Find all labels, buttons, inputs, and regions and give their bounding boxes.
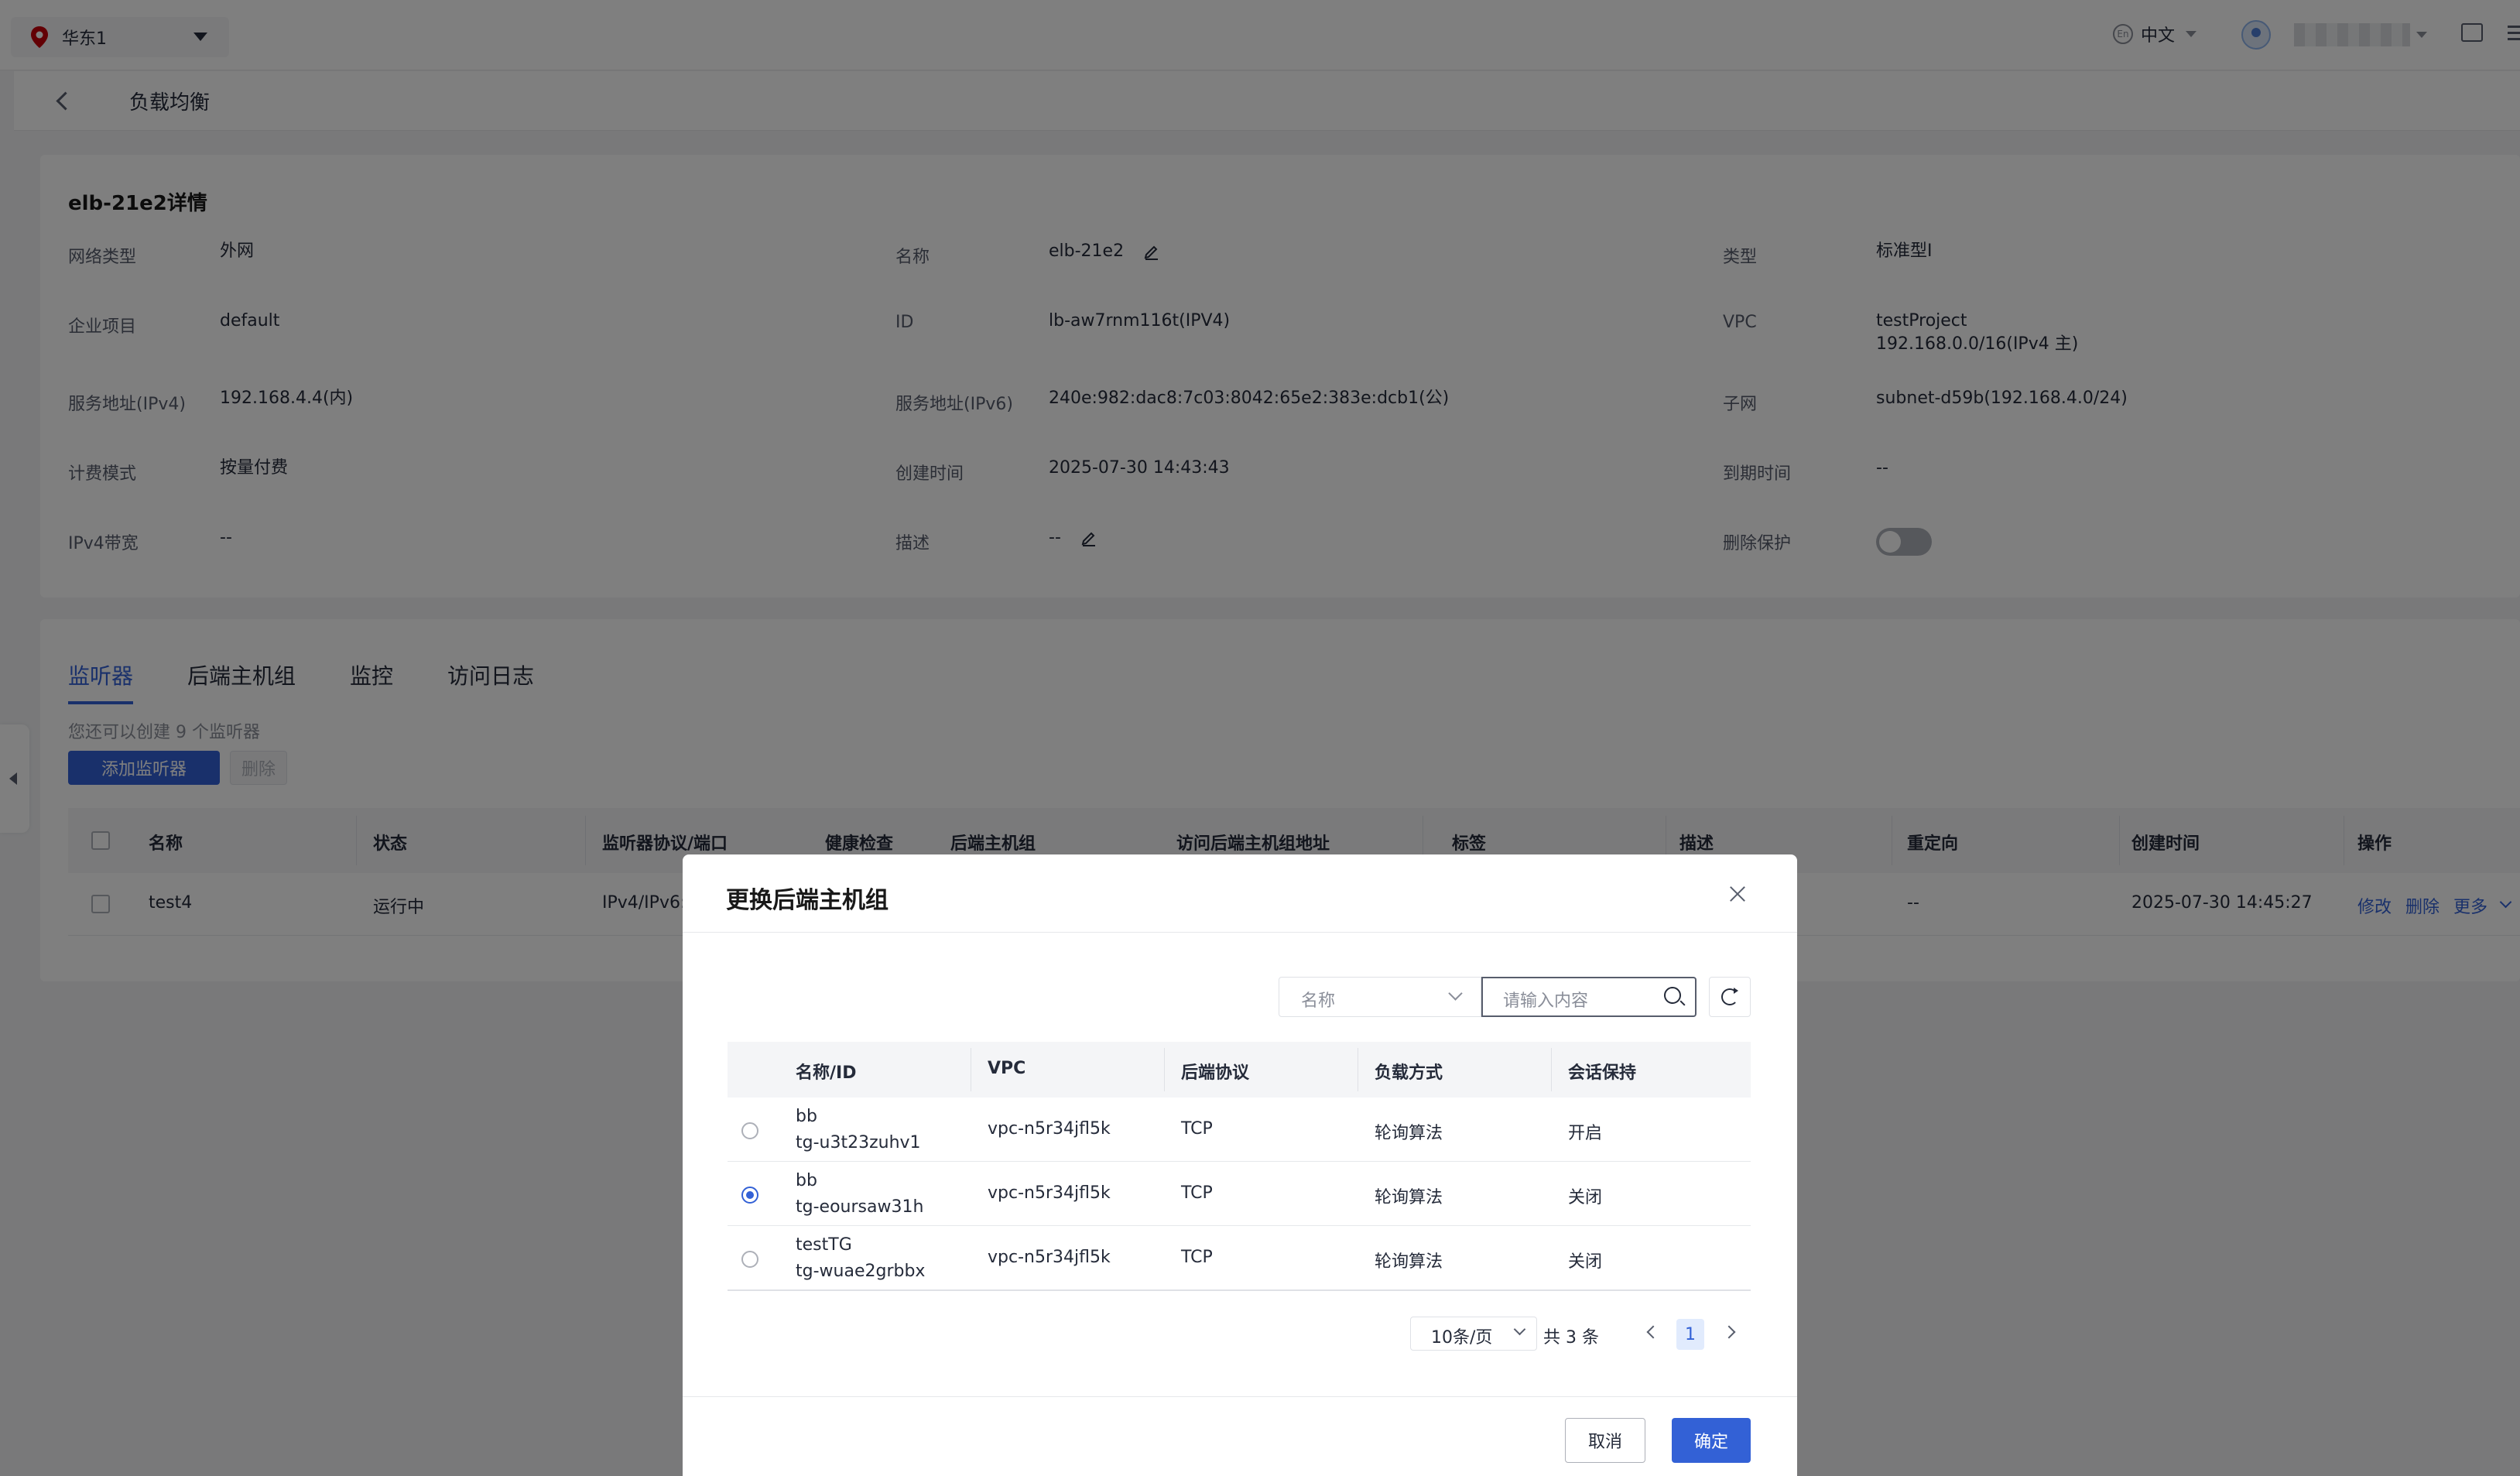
column-divider: [1164, 1048, 1165, 1091]
dialog-title: 更换后端主机组: [726, 887, 889, 914]
lb-method-text: 轮询算法: [1375, 1188, 1443, 1207]
page-size-select[interactable]: 10条/页: [1410, 1317, 1537, 1351]
protocol-text: TCP: [1181, 1248, 1213, 1267]
vpc-text: vpc-n5r34jfl5k: [988, 1183, 1111, 1203]
session-text: 开启: [1568, 1124, 1603, 1143]
backend-group-table-header: 名称/ID VPC 后端协议 负载方式 会话保持: [728, 1042, 1751, 1098]
confirm-button[interactable]: 确定: [1672, 1418, 1751, 1463]
group-name: bb: [796, 1107, 817, 1126]
vpc-text: vpc-n5r34jfl5k: [988, 1119, 1111, 1139]
page-size-label: 10条/页: [1431, 1328, 1493, 1348]
total-count: 共 3 条: [1543, 1328, 1599, 1348]
chevron-down-icon: [1448, 986, 1463, 1001]
next-page-icon[interactable]: [1722, 1325, 1736, 1339]
divider: [683, 1396, 1797, 1397]
divider: [683, 932, 1797, 933]
prev-page-icon[interactable]: [1646, 1325, 1660, 1339]
column-header: 名称/ID: [796, 1063, 857, 1083]
column-header: 会话保持: [1568, 1063, 1637, 1083]
filter-field-label: 名称: [1301, 991, 1336, 1011]
row-radio[interactable]: [741, 1251, 758, 1268]
group-id: tg-u3t23zuhv1: [796, 1133, 921, 1152]
cancel-button[interactable]: 取消: [1565, 1418, 1645, 1463]
page-number[interactable]: 1: [1676, 1319, 1704, 1350]
table-row[interactable]: testTG tg-wuae2grbbx vpc-n5r34jfl5k TCP …: [728, 1226, 1751, 1291]
search-icon[interactable]: [1664, 987, 1681, 1004]
group-name: bb: [796, 1171, 817, 1190]
lb-method-text: 轮询算法: [1375, 1124, 1443, 1143]
group-name-id: bb tg-u3t23zuhv1: [796, 1104, 921, 1156]
refresh-button[interactable]: [1709, 977, 1751, 1017]
refresh-arrow: [1734, 988, 1738, 994]
search-placeholder: 请输入内容: [1503, 991, 1589, 1011]
row-radio-selected[interactable]: [741, 1187, 758, 1204]
protocol-text: TCP: [1181, 1119, 1213, 1139]
change-backend-group-dialog: 更换后端主机组 名称 请输入内容 名称/ID VPC 后端协议 负载方式 会话保…: [683, 854, 1797, 1476]
group-name: testTG: [796, 1235, 852, 1255]
column-divider: [1551, 1048, 1552, 1091]
column-header: 后端协议: [1181, 1063, 1250, 1083]
filter-field-select[interactable]: 名称: [1279, 977, 1481, 1017]
table-row[interactable]: bb tg-u3t23zuhv1 vpc-n5r34jfl5k TCP 轮询算法…: [728, 1098, 1751, 1162]
column-header: 负载方式: [1375, 1063, 1443, 1083]
chevron-down-icon: [1513, 1323, 1526, 1336]
vpc-text: vpc-n5r34jfl5k: [988, 1248, 1111, 1267]
session-text: 关闭: [1568, 1252, 1603, 1272]
row-radio[interactable]: [741, 1122, 758, 1139]
table-row[interactable]: bb tg-eoursaw31h vpc-n5r34jfl5k TCP 轮询算法…: [728, 1162, 1751, 1226]
lb-method-text: 轮询算法: [1375, 1252, 1443, 1272]
close-icon[interactable]: [1727, 884, 1748, 904]
session-text: 关闭: [1568, 1188, 1603, 1207]
group-name-id: testTG tg-wuae2grbbx: [796, 1232, 925, 1285]
group-id: tg-wuae2grbbx: [796, 1262, 926, 1281]
search-input[interactable]: 请输入内容: [1481, 977, 1697, 1017]
group-id: tg-eoursaw31h: [796, 1197, 924, 1217]
column-header: VPC: [988, 1059, 1026, 1078]
protocol-text: TCP: [1181, 1183, 1213, 1203]
group-name-id: bb tg-eoursaw31h: [796, 1168, 923, 1221]
